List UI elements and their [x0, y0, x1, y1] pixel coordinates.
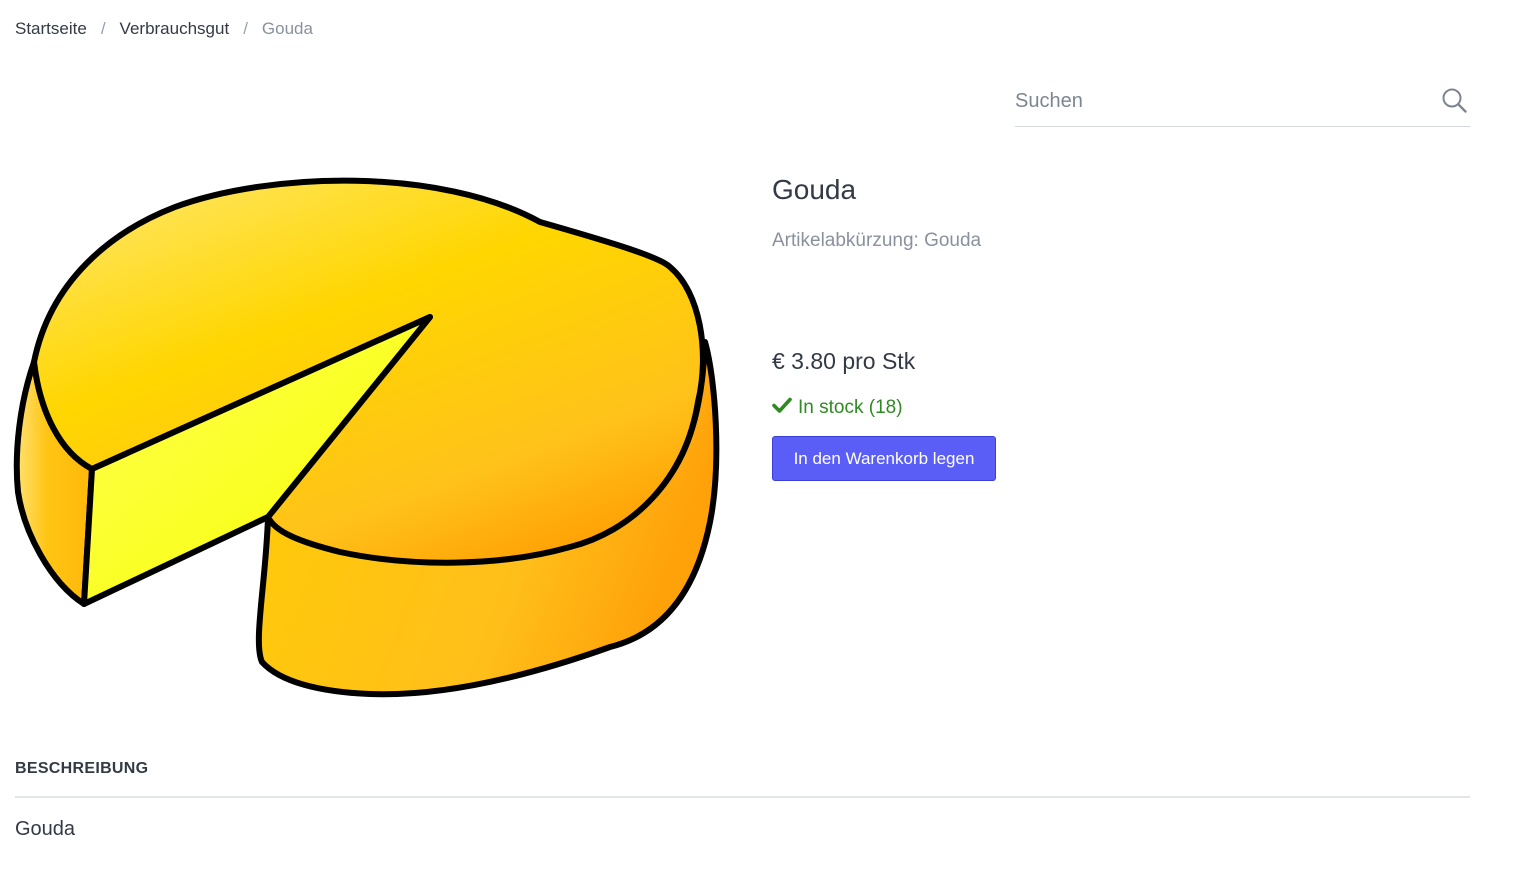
breadcrumb-current: Gouda — [261, 19, 313, 38]
stock-status: In stock (18) — [772, 396, 903, 420]
breadcrumb: Startseite / Verbrauchsgut / Gouda — [15, 19, 313, 39]
product-abbreviation: Artikelabkürzung: Gouda — [772, 230, 982, 251]
description-heading: BESCHREIBUNG — [15, 760, 149, 777]
stock-label: In stock (18) — [798, 397, 903, 418]
checkmark-icon — [772, 396, 798, 420]
search-input[interactable] — [1015, 82, 1415, 120]
search-bar — [1015, 82, 1470, 127]
breadcrumb-separator: / — [100, 19, 106, 38]
cheese-wheel-image — [10, 162, 730, 702]
product-title: Gouda — [772, 174, 857, 205]
breadcrumb-category-link[interactable]: Verbrauchsgut — [120, 19, 230, 39]
breadcrumb-home-link[interactable]: Startseite — [15, 19, 87, 39]
description-text: Gouda — [15, 818, 76, 840]
product-price: € 3.80 pro Stk — [772, 348, 916, 374]
search-icon[interactable] — [1440, 86, 1470, 116]
add-to-cart-button[interactable]: In den Warenkorb legen — [772, 436, 996, 481]
breadcrumb-separator: / — [243, 19, 248, 38]
divider — [15, 796, 1470, 798]
